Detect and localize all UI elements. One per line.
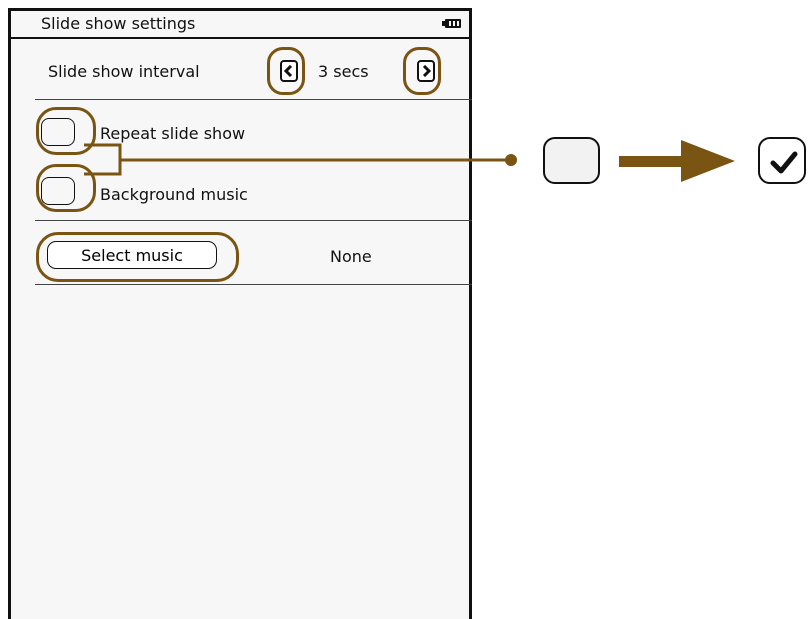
arrow-right-icon (619, 140, 735, 182)
annotation-connector (84, 143, 517, 176)
checkbox-checked-icon (758, 137, 806, 184)
checkbox-unchecked-icon (543, 137, 600, 184)
checkmark-icon (770, 151, 798, 174)
